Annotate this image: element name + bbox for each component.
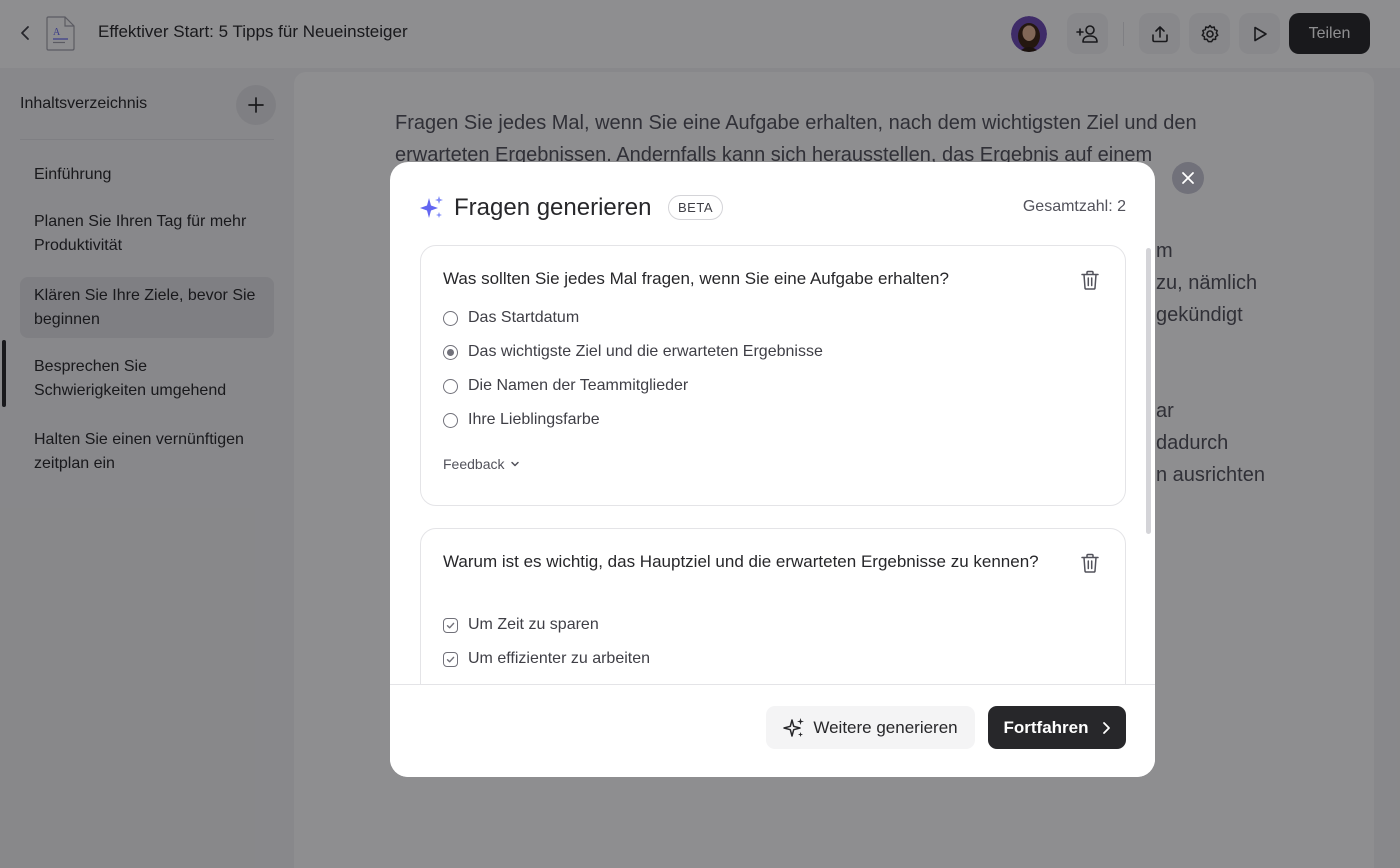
feedback-label: Feedback xyxy=(443,456,505,472)
answer-option[interactable]: Das Startdatum xyxy=(443,306,579,330)
sparkle-icon xyxy=(783,717,805,737)
dialog-title: Fragen generieren xyxy=(454,194,652,221)
feedback-toggle[interactable]: Feedback xyxy=(443,456,520,472)
question-count: Gesamtzahl: 2 xyxy=(1022,198,1126,215)
option-label: Um Zeit zu sparen xyxy=(468,616,599,633)
generate-more-label: Weitere generieren xyxy=(813,717,958,737)
answer-option[interactable]: Die Namen der Teammitglieder xyxy=(443,374,688,398)
question-card: Was sollten Sie jedes Mal fragen, wenn S… xyxy=(420,245,1126,506)
radio-button-selected[interactable] xyxy=(443,344,458,360)
continue-button[interactable]: Fortfahren xyxy=(988,706,1126,749)
option-label: Die Namen der Teammitglieder xyxy=(468,377,689,394)
dialog-footer: Weitere generieren Fortfahren xyxy=(390,684,1155,777)
beta-badge: BETA xyxy=(668,195,723,220)
check-icon xyxy=(446,656,455,662)
answer-option[interactable]: Ihre Lieblingsfarbe xyxy=(443,408,600,432)
question-text[interactable]: Was sollten Sie jedes Mal fragen, wenn S… xyxy=(443,267,1063,291)
option-label: Um effizienter zu arbeiten xyxy=(468,650,651,667)
check-icon xyxy=(446,622,455,628)
close-icon xyxy=(1182,172,1194,184)
option-label: Das Startdatum xyxy=(468,309,580,326)
questions-scrollbar[interactable] xyxy=(1146,248,1151,534)
chevron-right-icon xyxy=(1102,721,1110,734)
close-dialog-button[interactable] xyxy=(1172,162,1204,194)
radio-button[interactable] xyxy=(443,310,458,326)
answer-option[interactable]: Um effizienter zu arbeiten xyxy=(443,647,650,671)
continue-label: Fortfahren xyxy=(1003,717,1089,737)
checkbox-checked[interactable] xyxy=(443,651,458,667)
chevron-down-icon xyxy=(511,461,520,467)
generate-questions-dialog: Fragen generieren BETA Gesamtzahl: 2 Was… xyxy=(390,162,1155,777)
option-label: Das wichtigste Ziel und die erwarteten E… xyxy=(468,343,823,360)
question-text[interactable]: Warum ist es wichtig, das Hauptziel und … xyxy=(443,550,1063,574)
question-card: Warum ist es wichtig, das Hauptziel und … xyxy=(420,528,1126,684)
generate-more-button[interactable]: Weitere generieren xyxy=(766,706,975,749)
trash-icon[interactable] xyxy=(1079,552,1101,574)
answer-option[interactable]: Um Zeit zu sparen xyxy=(443,613,599,637)
questions-list[interactable]: Was sollten Sie jedes Mal fragen, wenn S… xyxy=(390,244,1155,684)
option-label: Ihre Lieblingsfarbe xyxy=(468,411,600,428)
trash-icon[interactable] xyxy=(1079,269,1101,291)
checkbox-checked[interactable] xyxy=(443,617,458,633)
sparkle-icon xyxy=(420,196,443,218)
radio-button[interactable] xyxy=(443,412,458,428)
answer-option[interactable]: Das wichtigste Ziel und die erwarteten E… xyxy=(443,340,823,364)
radio-button[interactable] xyxy=(443,378,458,394)
